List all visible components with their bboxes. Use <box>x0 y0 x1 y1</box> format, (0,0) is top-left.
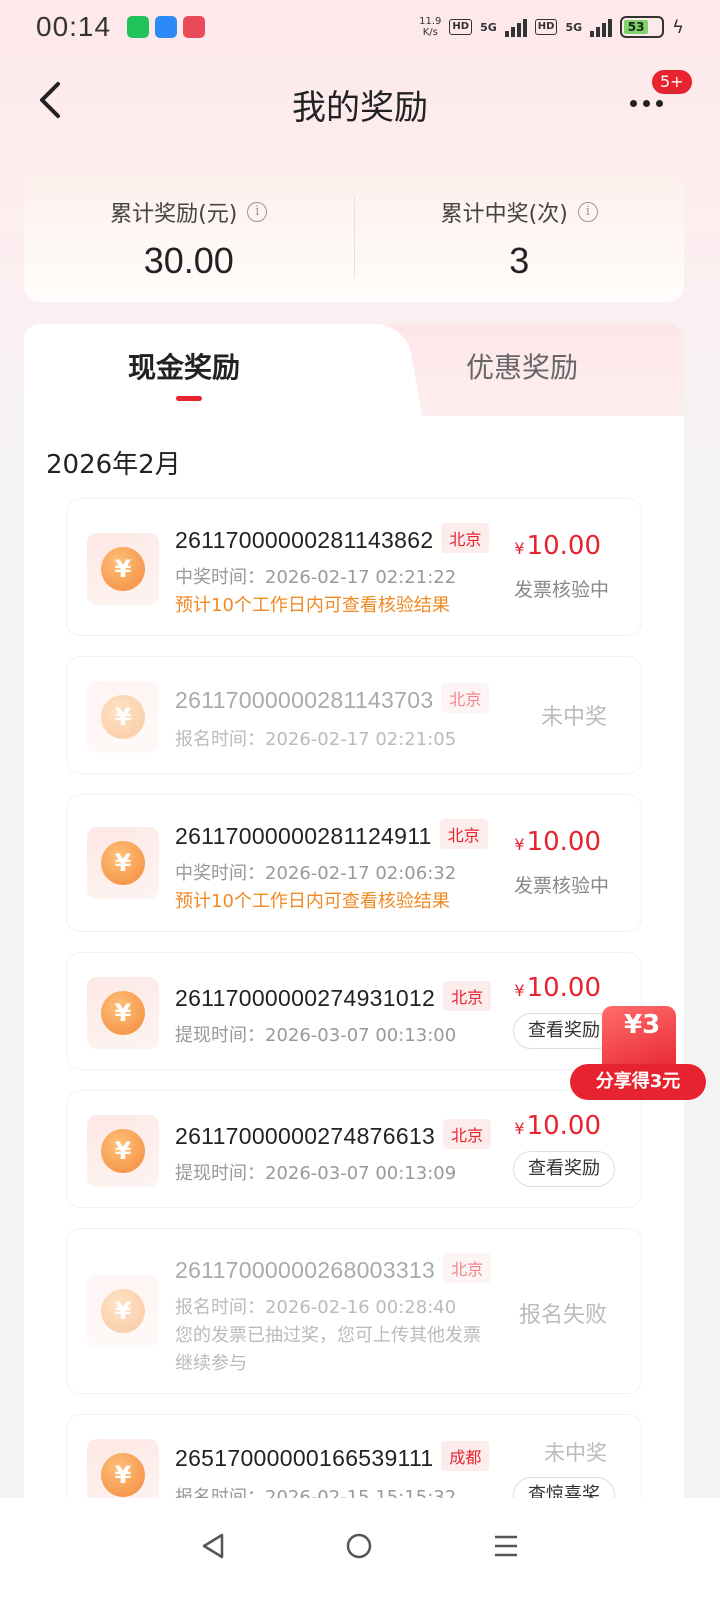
charging-icon: ϟ <box>672 16 684 38</box>
net-speed: 11.9 K/s <box>419 16 442 38</box>
tab-active-indicator <box>176 396 202 401</box>
signal-icon <box>590 17 613 37</box>
yuan-coin-icon: ¥ <box>87 827 159 899</box>
record-note: 继续参与 <box>175 1353 247 1374</box>
record-note: 预计10个工作日内可查看核验结果 <box>175 595 450 616</box>
nav-bar: 我的奖励 <box>0 60 720 144</box>
record-time: 报名时间：2026-02-17 02:21:05 <box>175 729 457 750</box>
city-tag: 北京 <box>441 683 490 713</box>
total-wins-label: 累计中奖(次) <box>440 202 568 227</box>
invoice-code: 26117000000281124911 <box>175 823 432 849</box>
tab-coupon-rewards[interactable]: 优惠奖励 <box>466 346 578 386</box>
invoice-code: 26117000000274876613 <box>175 1123 436 1149</box>
status-right: 11.9 K/s HD 5G HD 5G 53 ϟ <box>419 16 684 38</box>
invoice-code: 26117000000268003313 <box>175 1257 436 1283</box>
invoice-code: 26117000000281143862 <box>175 527 434 553</box>
status-bar: 00:14 11.9 K/s HD 5G HD 5G 53 ϟ <box>0 0 720 54</box>
notification-icons <box>127 16 206 38</box>
record-time: 中奖时间：2026-02-17 02:21:22 <box>175 567 457 588</box>
invoice-code: 26117000000274931012 <box>175 985 436 1011</box>
reward-amount: ¥10.00 <box>514 1111 601 1141</box>
total-reward-value: 30.00 <box>143 240 234 281</box>
yuan-coin-icon: ¥ <box>87 977 159 1049</box>
city-tag: 成都 <box>441 1441 490 1471</box>
total-reward-label: 累计奖励(元) <box>110 202 238 227</box>
reward-amount: ¥10.00 <box>514 531 601 561</box>
reward-record-card[interactable]: ¥ 26117000000268003313 北京 报名时间：2026-02-16… <box>66 1228 642 1394</box>
reward-record-card[interactable]: ¥ 26117000000281143703 北京 报名时间：2026-02-17… <box>66 656 642 774</box>
city-tag: 北京 <box>443 1253 492 1283</box>
yuan-coin-icon: ¥ <box>87 681 159 753</box>
battery-level: 53 <box>624 20 649 34</box>
invoice-code: 26517000000166539111 <box>175 1445 434 1471</box>
yuan-coin-icon: ¥ <box>87 533 159 605</box>
record-time: 提现时间：2026-03-07 00:13:09 <box>175 1163 457 1184</box>
reward-record-card[interactable]: ¥ 26117000000274876613 北京 提现时间：2026-03-07… <box>66 1090 642 1208</box>
hd-icon: HD <box>449 19 473 35</box>
network-5g-label: 5G <box>565 20 583 34</box>
record-note: 预计10个工作日内可查看核验结果 <box>175 891 450 912</box>
city-tag: 北京 <box>439 819 488 849</box>
month-header: 2026年2月 <box>46 450 181 480</box>
record-status: 未中奖 <box>544 1441 607 1465</box>
reward-tabs: 现金奖励 优惠奖励 <box>24 324 684 416</box>
hd-icon: HD <box>534 19 558 35</box>
reward-record-card[interactable]: ¥ 26117000000274931012 北京 提现时间：2026-03-07… <box>66 952 642 1070</box>
system-nav-bar <box>0 1498 720 1600</box>
record-time: 中奖时间：2026-02-17 02:06:32 <box>175 863 457 884</box>
tab-cash-rewards[interactable]: 现金奖励 <box>128 346 240 386</box>
share-promo-float[interactable]: ¥3 分享得3元 <box>570 1000 710 1104</box>
reward-amount: ¥10.00 <box>514 827 601 857</box>
promo-amount: ¥3 <box>624 1010 661 1040</box>
home-circle-icon[interactable] <box>345 1532 373 1567</box>
wechat-icon <box>127 16 150 38</box>
record-note: 您的发票已抽过奖，您可上传其他发票 <box>175 1325 481 1346</box>
yuan-coin-icon: ¥ <box>87 1115 159 1187</box>
city-tag: 北京 <box>443 981 492 1011</box>
record-status: 发票核验中 <box>513 579 609 601</box>
yuan-coin-icon: ¥ <box>87 1275 159 1347</box>
record-time: 报名时间：2026-02-16 00:28:40 <box>175 1297 457 1318</box>
record-status: 未中奖 <box>540 705 607 730</box>
reward-amount: ¥10.00 <box>514 973 601 1003</box>
back-triangle-icon[interactable] <box>200 1532 226 1567</box>
app-notification-icon <box>183 16 206 38</box>
share-promo-label: 分享得3元 <box>570 1064 706 1100</box>
status-time: 00:14 <box>36 11 112 42</box>
reward-record-card[interactable]: ¥ 26117000000281143862 北京 中奖时间：2026-02-17… <box>66 498 642 636</box>
total-wins-value: 3 <box>509 240 530 281</box>
reward-summary-card: 累计奖励(元) i 30.00 累计中奖(次) i 3 <box>24 172 684 302</box>
recents-menu-icon[interactable] <box>492 1533 520 1566</box>
info-icon[interactable]: i <box>247 202 268 222</box>
record-status: 发票核验中 <box>513 875 609 897</box>
reward-record-card[interactable]: ¥ 26117000000281124911 北京 中奖时间：2026-02-17… <box>66 794 642 932</box>
city-tag: 北京 <box>441 523 490 553</box>
notification-badge: 5+ <box>652 70 692 94</box>
signal-icon <box>504 17 527 37</box>
total-wins-section: 累计中奖(次) i 3 <box>355 172 685 302</box>
record-status: 报名失败 <box>518 1303 607 1328</box>
battery-icon: 53 <box>620 16 665 38</box>
app-notification-icon <box>155 16 178 38</box>
network-5g-label: 5G <box>480 20 497 34</box>
info-icon[interactable]: i <box>577 202 598 222</box>
page-title: 我的奖励 <box>292 88 428 128</box>
record-time: 提现时间：2026-03-07 00:13:00 <box>175 1025 457 1046</box>
view-reward-button[interactable]: 查看奖励 <box>513 1151 615 1187</box>
invoice-code: 26117000000281143703 <box>175 687 434 713</box>
total-reward-section: 累计奖励(元) i 30.00 <box>24 172 354 302</box>
city-tag: 北京 <box>443 1119 492 1149</box>
